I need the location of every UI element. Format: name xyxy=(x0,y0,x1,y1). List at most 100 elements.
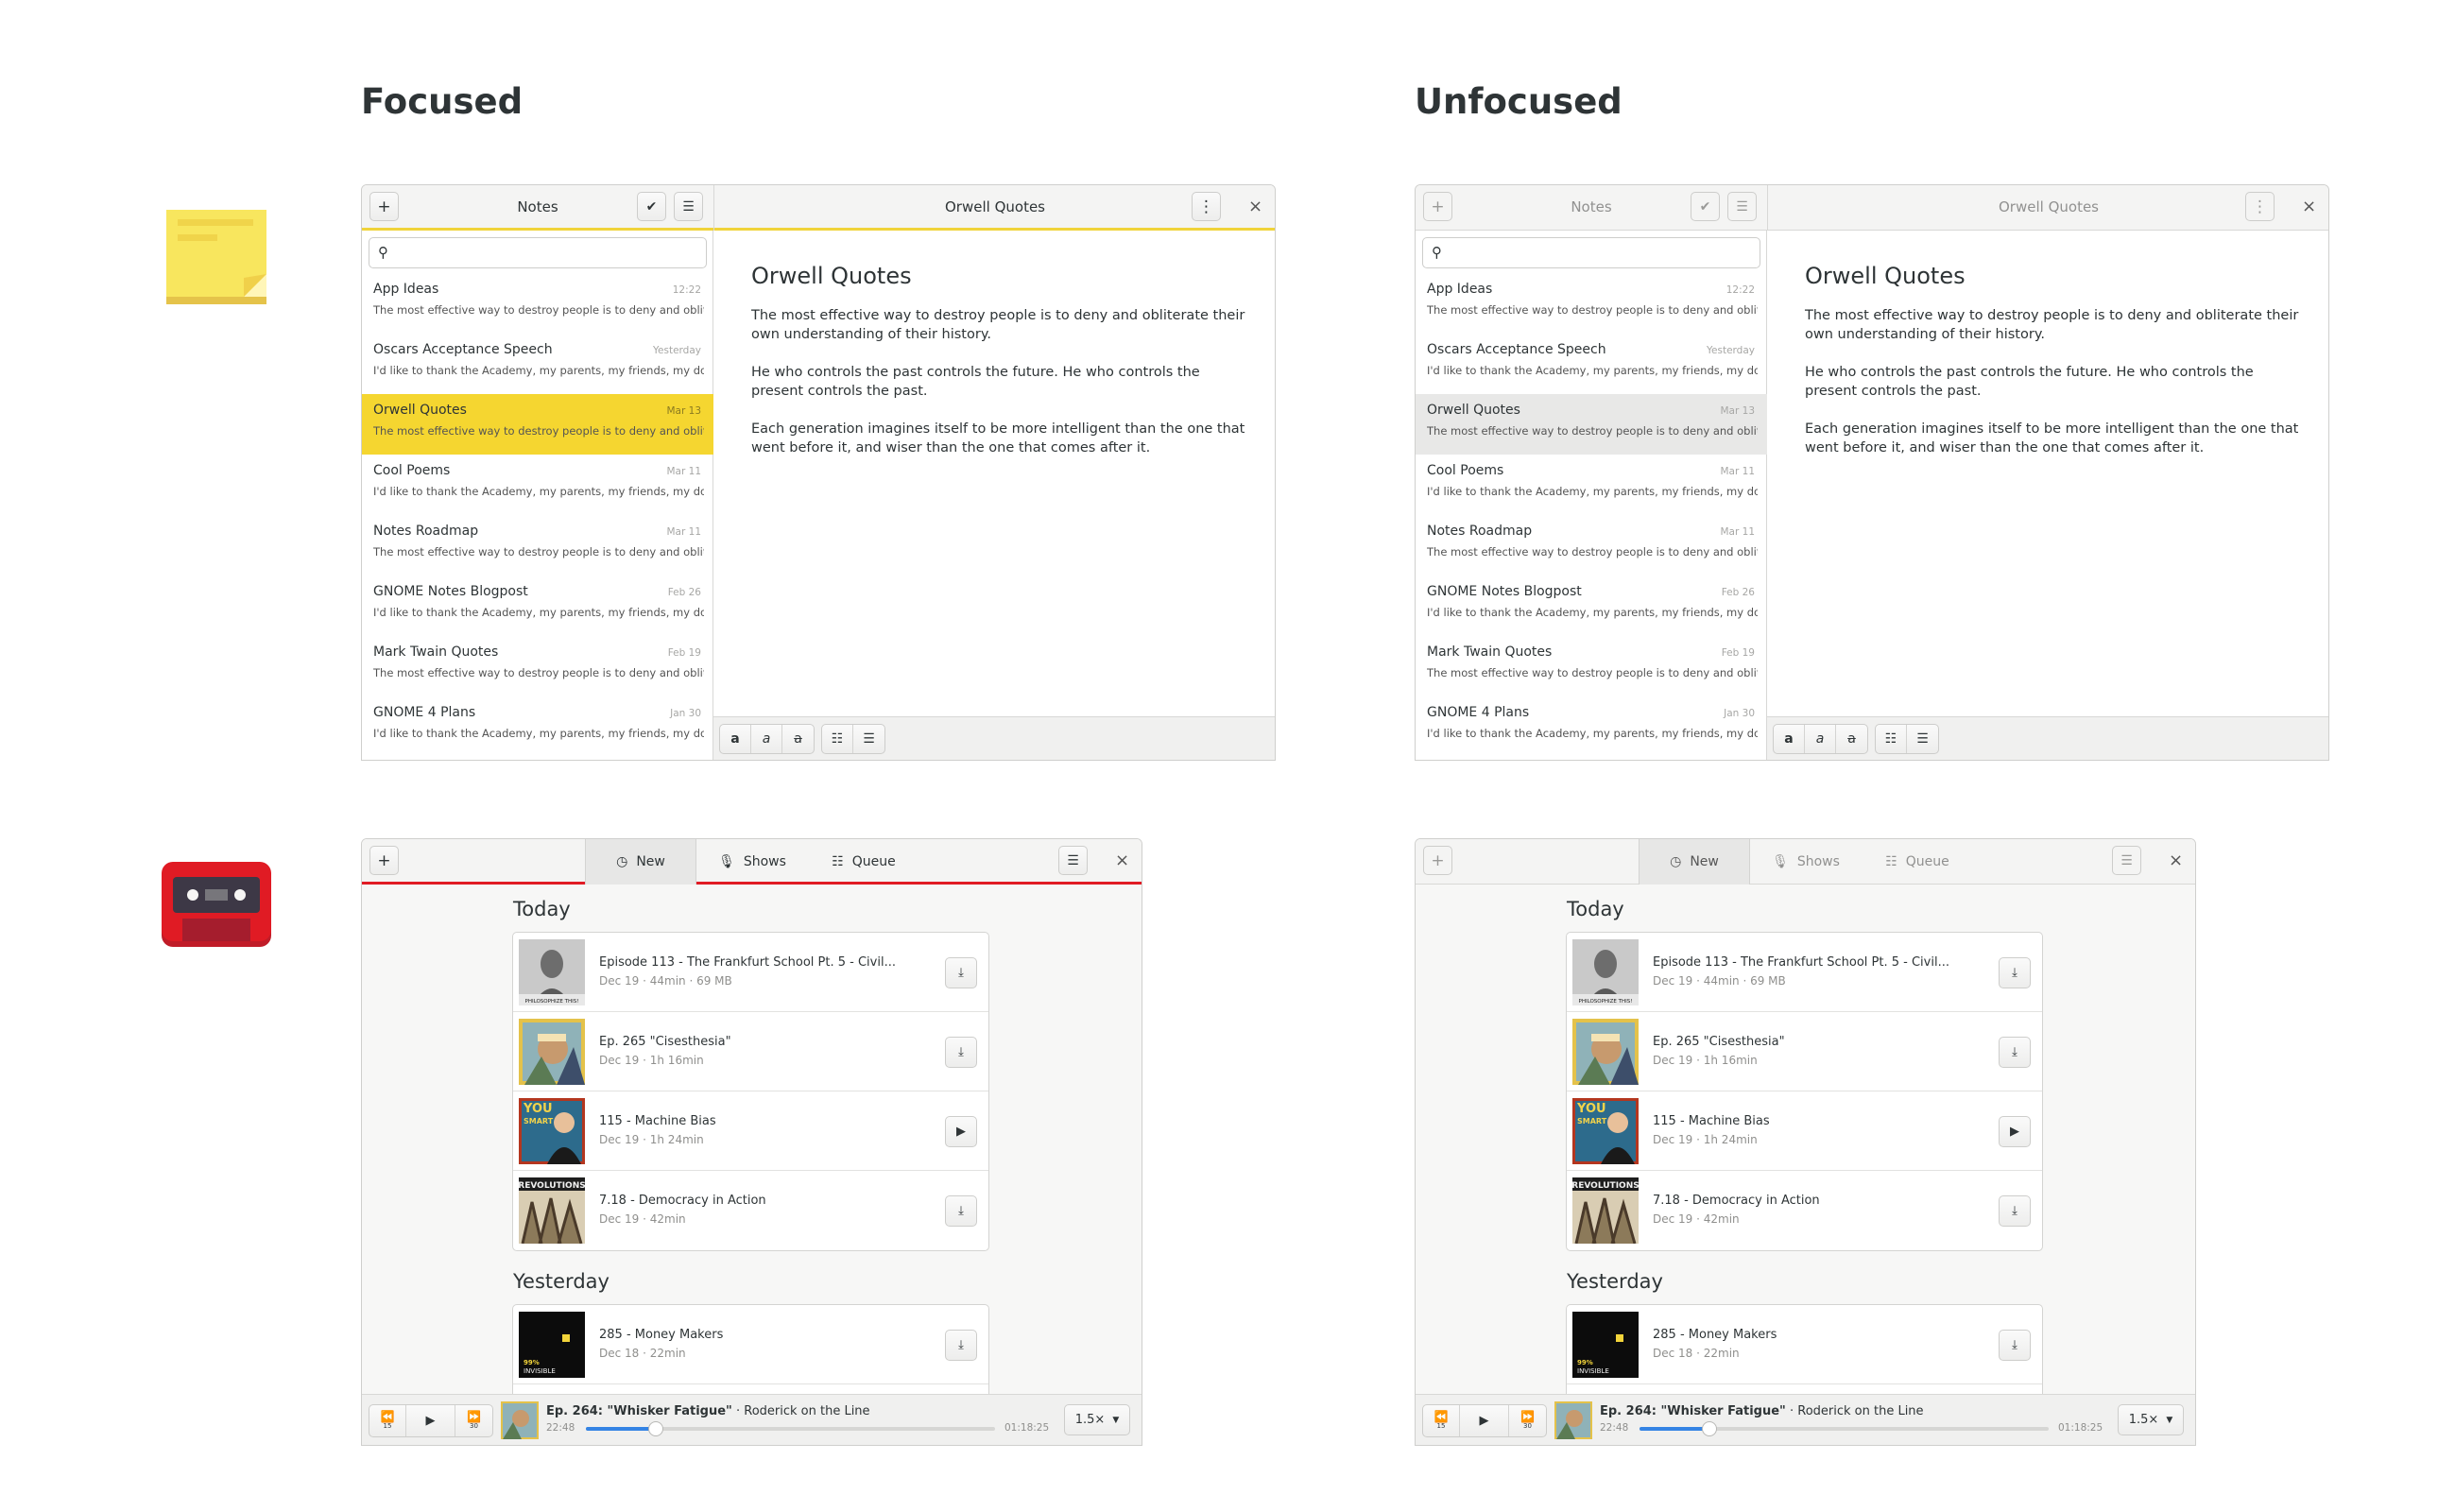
svg-text:SMART: SMART xyxy=(524,1117,554,1125)
close-icon[interactable]: × xyxy=(2302,197,2316,216)
tab-shows[interactable]: 🎙 Shows xyxy=(696,839,808,885)
download-icon[interactable]: ⤓ xyxy=(945,1037,977,1068)
note-item[interactable]: Notes Roadmap Mar 11 The most effective wa… xyxy=(1416,515,1767,576)
select-button[interactable]: ✔ xyxy=(637,192,666,221)
download-icon[interactable]: ⤓ xyxy=(1999,1330,2031,1361)
italic-icon[interactable]: a xyxy=(751,725,782,753)
rewind-icon[interactable]: ⏪ 15 xyxy=(1423,1405,1460,1436)
playback-speed-button[interactable]: 1.5× ▼ xyxy=(2118,1404,2184,1435)
play-icon[interactable]: ▶ xyxy=(1460,1405,1509,1436)
strikethrough-icon[interactable]: a xyxy=(782,725,814,753)
note-title: Mark Twain Quotes xyxy=(1427,644,1553,660)
episode-list[interactable]: Today PHILOSOPHIZE THIS! Episode 113 - T… xyxy=(362,885,1142,1394)
more-options-button[interactable]: ⋮ xyxy=(1192,192,1221,221)
svg-text:INVISIBLE: INVISIBLE xyxy=(524,1367,556,1375)
main-menu-button[interactable]: ☰ xyxy=(1727,192,1757,221)
search-input[interactable]: ⚲ xyxy=(1422,237,1760,268)
note-item[interactable]: GNOME Notes Blogpost Feb 26 I'd like to th… xyxy=(362,576,713,636)
episode-row[interactable]: REVOLUTIONS 7.18 - Democracy in Action D… xyxy=(1567,1171,2042,1250)
add-podcast-button[interactable]: + xyxy=(369,846,399,875)
svg-text:99%: 99% xyxy=(524,1359,540,1366)
fast-forward-icon[interactable]: ⏩ 30 xyxy=(455,1405,492,1436)
play-icon[interactable]: ▶ xyxy=(406,1405,455,1436)
rewind-icon[interactable]: ⏪ 15 xyxy=(369,1405,406,1436)
episode-row[interactable]: 99% INVISIBLE 285 - Money Makers Dec 18 ·… xyxy=(1567,1305,2042,1384)
clock-icon: ◷ xyxy=(1670,854,1682,869)
strikethrough-icon[interactable]: a xyxy=(1836,725,1867,753)
download-icon[interactable]: ⤓ xyxy=(945,957,977,988)
seek-slider[interactable] xyxy=(586,1421,995,1436)
episode-row[interactable]: YOU SMART 115 - Machine Bias Dec 19 · 1h … xyxy=(1567,1091,2042,1171)
download-icon[interactable]: ⤓ xyxy=(945,1195,977,1227)
main-menu-button[interactable]: ☰ xyxy=(2112,846,2141,875)
seek-handle[interactable] xyxy=(1701,1421,1717,1436)
note-item[interactable]: Oscars Acceptance Speech Yesterday I'd lik… xyxy=(1416,334,1767,394)
close-icon[interactable]: × xyxy=(1248,197,1262,216)
episode-row[interactable]: PHILOSOPHIZE THIS! Episode 113 - The Fra… xyxy=(1567,933,2042,1012)
add-podcast-button[interactable]: + xyxy=(1423,846,1452,875)
fast-forward-icon[interactable]: ⏩ 30 xyxy=(1509,1405,1546,1436)
episode-row[interactable]: REVOLUTIONS 7.18 - Democracy in Action D… xyxy=(513,1171,988,1250)
episode-row[interactable]: YOU SMART 115 - Machine Bias Dec 19 · 1h … xyxy=(513,1091,988,1171)
playback-speed-button[interactable]: 1.5× ▼ xyxy=(1064,1404,1130,1435)
download-icon[interactable]: ⤓ xyxy=(1999,957,2031,988)
episode-row[interactable]: Ep. 265 "Cisesthesia" Dec 19 · 1h 16min … xyxy=(513,1012,988,1091)
note-item[interactable]: Mark Twain Quotes Feb 19 The most effectiv… xyxy=(1416,636,1767,696)
episode-row-partial[interactable] xyxy=(513,1384,988,1394)
numbered-list-icon[interactable]: ☰ xyxy=(853,725,884,753)
play-icon[interactable]: ▶ xyxy=(1999,1116,2031,1147)
numbered-list-icon[interactable]: ☰ xyxy=(1907,725,1938,753)
play-icon[interactable]: ▶ xyxy=(945,1116,977,1147)
main-menu-button[interactable]: ☰ xyxy=(1058,846,1088,875)
note-date: Mar 11 xyxy=(1720,466,1755,477)
note-item[interactable]: GNOME Notes Blogpost Feb 26 I'd like to th… xyxy=(1416,576,1767,636)
note-item-selected[interactable]: Orwell Quotes Mar 13 The most effective wa… xyxy=(362,394,713,455)
episode-list[interactable]: Today PHILOSOPHIZE THIS! Episode 113 - T… xyxy=(1416,885,2195,1394)
episode-meta: Dec 19 · 42min xyxy=(599,1212,686,1226)
tab-new[interactable]: ◷ New xyxy=(585,839,696,885)
tab-queue[interactable]: ☷ Queue xyxy=(808,839,919,885)
note-item[interactable]: Cool Poems Mar 11 I'd like to thank the Ac… xyxy=(1416,455,1767,515)
close-icon[interactable]: × xyxy=(1115,850,1129,870)
close-icon[interactable]: × xyxy=(2169,850,2183,870)
heading-focused: Focused xyxy=(361,81,524,122)
download-icon[interactable]: ⤓ xyxy=(945,1330,977,1361)
select-button[interactable]: ✔ xyxy=(1691,192,1720,221)
note-snippet: I'd like to thank the Academy, my parent… xyxy=(1427,727,1758,740)
note-item-selected[interactable]: Orwell Quotes Mar 13 The most effective wa… xyxy=(1416,394,1767,455)
download-icon[interactable]: ⤓ xyxy=(1999,1037,2031,1068)
seek-handle[interactable] xyxy=(647,1421,663,1436)
now-playing-artwork[interactable] xyxy=(501,1401,539,1439)
note-item[interactable]: Mark Twain Quotes Feb 19 The most effectiv… xyxy=(362,636,713,696)
note-item[interactable]: Oscars Acceptance Speech Yesterday I'd lik… xyxy=(362,334,713,394)
tab-shows[interactable]: 🎙 Shows xyxy=(1750,839,1862,885)
italic-icon[interactable]: a xyxy=(1805,725,1836,753)
more-options-button[interactable]: ⋮ xyxy=(2245,192,2275,221)
note-item[interactable]: GNOME 4 Plans Jan 30 I'd like to thank the… xyxy=(1416,696,1767,757)
note-item[interactable]: App Ideas 12:22 The most effective way to … xyxy=(362,273,713,334)
note-item[interactable]: App Ideas 12:22 The most effective way to … xyxy=(1416,273,1767,334)
note-editor[interactable]: Orwell Quotes The most effective way to … xyxy=(1767,231,2328,760)
main-menu-button[interactable]: ☰ xyxy=(674,192,703,221)
bold-icon[interactable]: a xyxy=(1774,725,1805,753)
download-icon[interactable]: ⤓ xyxy=(1999,1195,2031,1227)
tab-new[interactable]: ◷ New xyxy=(1639,839,1750,885)
seek-slider[interactable] xyxy=(1640,1421,2049,1436)
tab-queue[interactable]: ☷ Queue xyxy=(1862,839,1973,885)
note-item[interactable]: Cool Poems Mar 11 I'd like to thank the Ac… xyxy=(362,455,713,515)
note-item[interactable]: Notes Roadmap Mar 11 The most effective wa… xyxy=(362,515,713,576)
bold-icon[interactable]: a xyxy=(720,725,751,753)
bullet-list-icon[interactable]: ☷ xyxy=(1876,725,1907,753)
episode-title: 115 - Machine Bias xyxy=(599,1114,716,1128)
episode-row-partial[interactable] xyxy=(1567,1384,2042,1394)
episode-meta: Dec 19 · 1h 16min xyxy=(1653,1054,1758,1067)
yesterday-card: 99% INVISIBLE 285 - Money Makers Dec 18 ·… xyxy=(1566,1304,2043,1394)
search-input[interactable]: ⚲ xyxy=(369,237,707,268)
episode-row[interactable]: PHILOSOPHIZE THIS! Episode 113 - The Fra… xyxy=(513,933,988,1012)
bullet-list-icon[interactable]: ☷ xyxy=(822,725,853,753)
now-playing-artwork[interactable] xyxy=(1554,1401,1592,1439)
note-editor[interactable]: Orwell Quotes The most effective way to … xyxy=(713,231,1275,760)
episode-row[interactable]: 99% INVISIBLE 285 - Money Makers Dec 18 ·… xyxy=(513,1305,988,1384)
episode-row[interactable]: Ep. 265 "Cisesthesia" Dec 19 · 1h 16min … xyxy=(1567,1012,2042,1091)
note-item[interactable]: GNOME 4 Plans Jan 30 I'd like to thank the… xyxy=(362,696,713,757)
